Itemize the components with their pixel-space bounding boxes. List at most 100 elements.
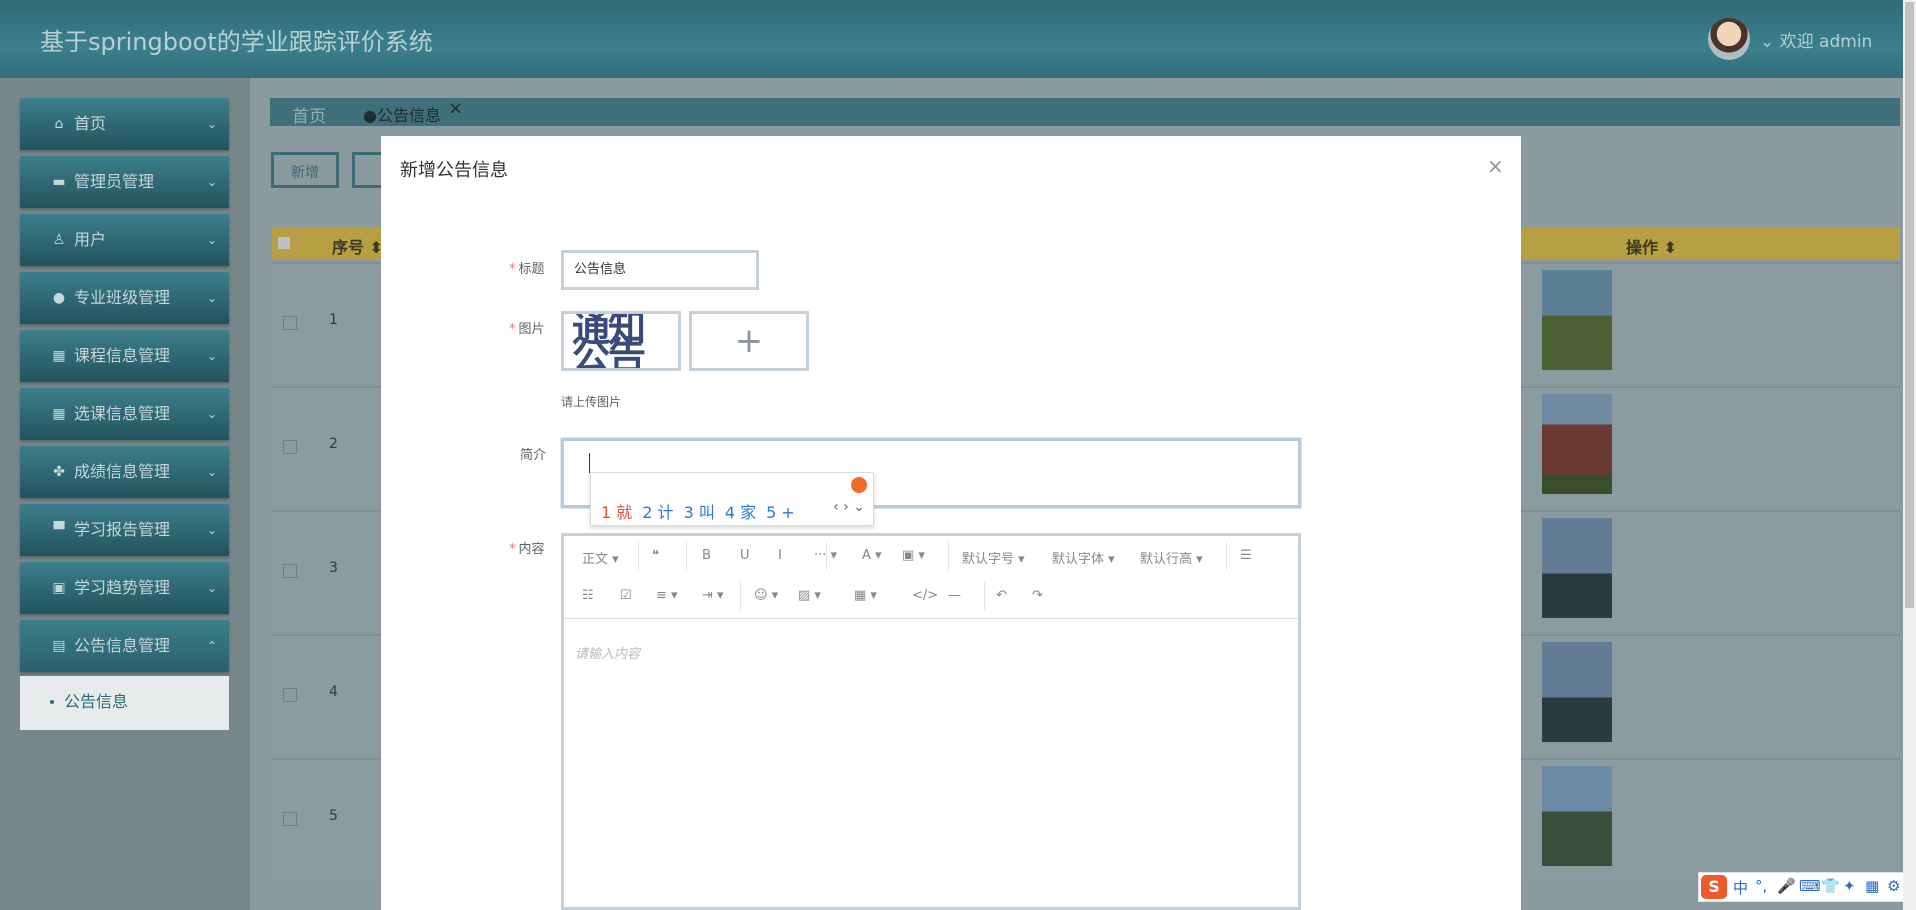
breadcrumb-current-label: 公告信息 (376, 106, 441, 125)
plus-icon: + (734, 321, 764, 361)
sidebar-item-9[interactable]: ▤ 公告信息管理 ⌃ (20, 620, 229, 672)
trend-icon: ▣ (52, 580, 66, 596)
bold-icon[interactable]: B (702, 548, 711, 563)
divider-icon[interactable]: — (948, 588, 961, 603)
row-checkbox[interactable] (283, 316, 297, 330)
close-icon[interactable]: × (448, 98, 463, 119)
required-mark: * (509, 542, 516, 557)
todo-icon[interactable]: ☑ (620, 588, 632, 603)
sidebar-item-0[interactable]: ⌂ 首页 ⌄ (20, 98, 229, 150)
align-icon[interactable]: ≡ ▾ (656, 588, 678, 603)
editor-body[interactable]: 请输入内容 (564, 618, 1298, 908)
avatar[interactable] (1708, 18, 1750, 60)
paragraph-select[interactable]: 正文 ▾ (582, 548, 619, 567)
chevron-icon: ⌄ (206, 407, 217, 421)
sidebar-item-label: 用户 (74, 230, 107, 249)
bullet-list-icon[interactable]: ☰ (1240, 548, 1252, 563)
add-button[interactable]: 新增 (271, 152, 339, 188)
column-op[interactable]: 操作 ⬍ (1626, 234, 1677, 258)
ime-candidate[interactable]: 1 就 (601, 503, 632, 522)
select-all-checkbox[interactable] (278, 237, 290, 249)
underline-icon[interactable]: U (740, 548, 750, 563)
title-label: * 标题 (509, 258, 545, 277)
ime-nav[interactable]: ‹ › ⌄ (833, 499, 865, 515)
row-checkbox[interactable] (283, 688, 297, 702)
ime-status-item[interactable]: ⌨ (1799, 877, 1821, 895)
quote-icon[interactable]: ❝ (652, 548, 659, 563)
home-icon: ⌂ (54, 116, 64, 132)
row-checkbox[interactable] (283, 812, 297, 826)
sidebar-item-6[interactable]: ✤ 成绩信息管理 ⌄ (20, 446, 229, 498)
row-image (1542, 394, 1612, 494)
sidebar-item-label: 课程信息管理 (74, 346, 171, 365)
line-height-select[interactable]: 默认行高 ▾ (1140, 548, 1203, 567)
welcome-text[interactable]: ⌄ 欢迎 admin (1760, 27, 1872, 52)
emoji-icon[interactable]: ☺ ▾ (754, 588, 778, 603)
class-icon: ● (52, 290, 66, 306)
uploaded-image[interactable]: 通知公告 (561, 311, 681, 371)
row-checkbox[interactable] (283, 564, 297, 578)
upload-tip: 请上传图片 (561, 395, 622, 409)
page-scrollbar[interactable] (1903, 0, 1916, 910)
font-family-select[interactable]: 默认字体 ▾ (1052, 548, 1115, 567)
ordered-list-icon[interactable]: ☷ (582, 588, 594, 603)
sogou-logo-icon[interactable]: S (1701, 875, 1727, 899)
code-icon[interactable]: </> (912, 588, 938, 603)
sidebar-item-1[interactable]: ▬ 管理员管理 ⌄ (20, 156, 229, 208)
toolbar-divider (826, 542, 827, 570)
image-label: * 图片 (509, 318, 545, 337)
upload-button[interactable]: + (689, 311, 809, 371)
ime-candidate[interactable]: 2 计 (642, 503, 673, 522)
ime-candidate-panel: 1 就 2 计 3 叫 4 家 5 + ‹ › ⌄ (590, 472, 874, 526)
sidebar-item-8[interactable]: ▣ 学习趋势管理 ⌄ (20, 562, 229, 614)
ime-statusbar: S 中 °, 🎤 ⌨ 👕 ✦ ▦ ⚙ (1698, 872, 1916, 902)
sidebar-item-5[interactable]: ▦ 选课信息管理 ⌄ (20, 388, 229, 440)
uploaded-image-text: 通知公告 (572, 311, 646, 371)
sidebar-item-4[interactable]: ▦ 课程信息管理 ⌄ (20, 330, 229, 382)
sidebar-item-notice-info[interactable]: 公告信息 (64, 676, 128, 728)
bg-color-icon[interactable]: ▣ ▾ (902, 548, 925, 563)
chevron-icon: ⌄ (206, 233, 217, 247)
sidebar-item-2[interactable]: ♙ 用户 ⌄ (20, 214, 229, 266)
notice-icon: ▤ (52, 638, 66, 654)
sidebar-item-label: 专业班级管理 (74, 288, 171, 307)
sidebar-item-7[interactable]: ▀ 学习报告管理 ⌄ (20, 504, 229, 556)
ime-status-item[interactable]: ⚙ (1887, 877, 1900, 895)
ime-status-item[interactable]: °, (1755, 877, 1767, 895)
ime-candidate[interactable]: 4 家 (725, 503, 756, 522)
image-icon[interactable]: ▨ ▾ (798, 588, 821, 603)
ime-candidates: 1 就 2 计 3 叫 4 家 5 + (601, 499, 805, 523)
ime-status-item[interactable]: ▦ (1865, 877, 1879, 895)
sidebar-item-label: 成绩信息管理 (74, 462, 171, 481)
ime-status-item[interactable]: 中 (1733, 877, 1748, 898)
ime-status-item[interactable]: 👕 (1821, 877, 1840, 895)
undo-icon[interactable]: ↶ (996, 588, 1007, 603)
row-image (1542, 642, 1612, 742)
row-number: 3 (329, 560, 338, 576)
ime-status-item[interactable]: 🎤 (1777, 877, 1796, 895)
redo-icon[interactable]: ↷ (1032, 588, 1043, 603)
ime-status-item[interactable]: ✦ (1843, 877, 1856, 895)
ime-candidate[interactable]: 5 + (766, 503, 795, 522)
column-seq[interactable]: 序号 ⬍ (332, 234, 383, 258)
ime-candidate[interactable]: 3 叫 (684, 503, 715, 522)
font-size-select[interactable]: 默认字号 ▾ (962, 548, 1025, 567)
chevron-icon: ⌄ (206, 175, 217, 189)
breadcrumb-current[interactable]: ●公告信息 (363, 102, 441, 126)
sidebar-item-label: 学习趋势管理 (74, 578, 171, 597)
table-icon[interactable]: ▦ ▾ (854, 588, 877, 603)
title-label-text: 标题 (518, 262, 545, 277)
toolbar-divider (638, 542, 639, 570)
close-icon[interactable]: × (1487, 154, 1504, 178)
scroll-thumb[interactable] (1905, 2, 1914, 608)
italic-icon[interactable]: I (778, 548, 782, 563)
welcome-label: 欢迎 admin (1779, 32, 1873, 52)
breadcrumb-home[interactable]: 首页 (292, 102, 326, 127)
title-input[interactable]: 公告信息 (561, 250, 759, 290)
chevron-icon: ⌄ (206, 523, 217, 537)
row-checkbox[interactable] (283, 440, 297, 454)
font-color-icon[interactable]: A ▾ (862, 548, 882, 563)
indent-icon[interactable]: ⇥ ▾ (702, 588, 724, 603)
rich-text-editor: 正文 ▾ ❝ B U I ··· ▾ A ▾ ▣ ▾ 默认字号 ▾ 默认字体 ▾ 默认行高 ▾ ☰ ☷… (561, 533, 1301, 910)
sidebar-item-3[interactable]: ● 专业班级管理 ⌄ (20, 272, 229, 324)
